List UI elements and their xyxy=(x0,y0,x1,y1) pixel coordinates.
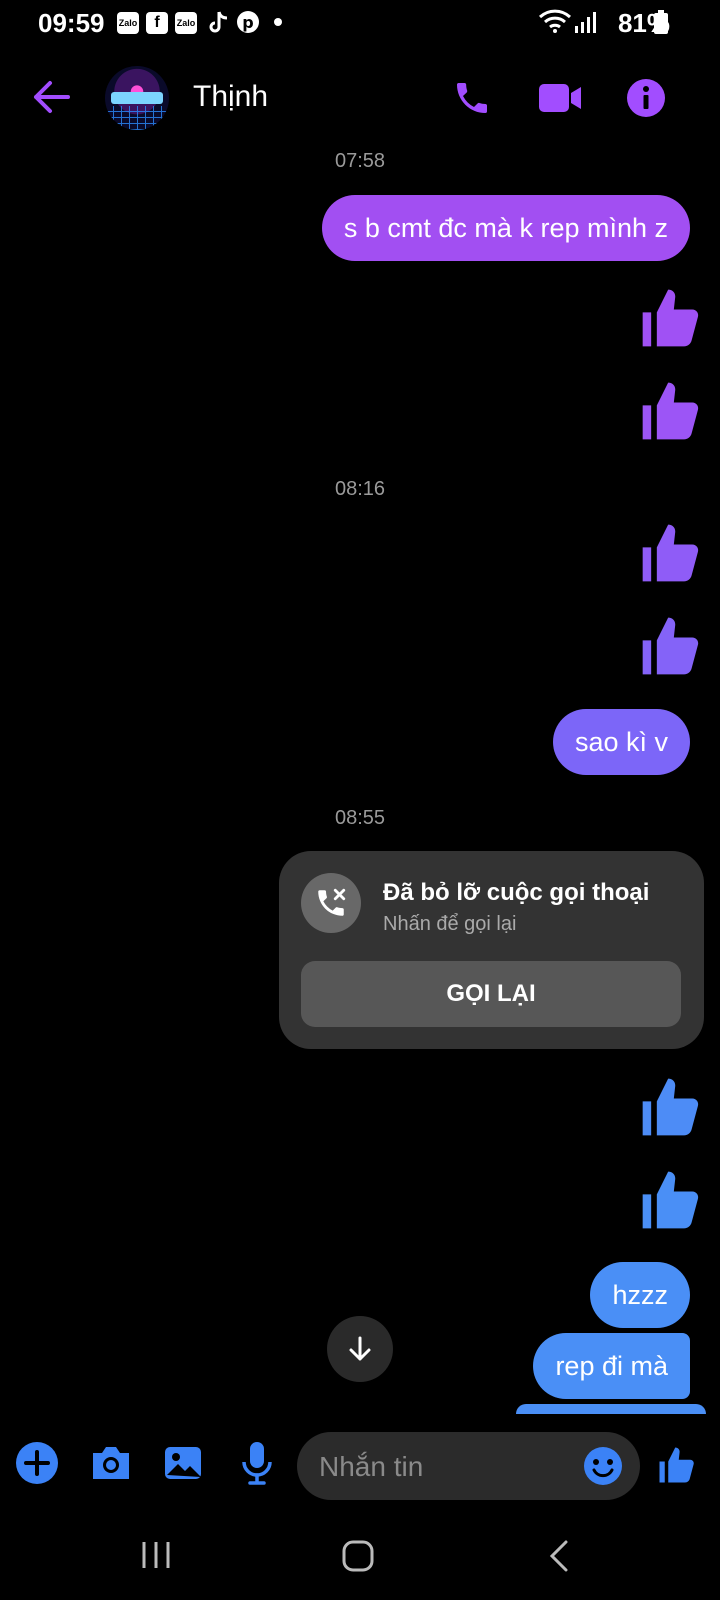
recent-apps-icon[interactable] xyxy=(140,1540,172,1575)
dot-icon xyxy=(274,18,282,26)
phone-call-icon[interactable] xyxy=(452,78,492,123)
pinterest-icon: p xyxy=(236,10,260,39)
thumbs-up-icon[interactable] xyxy=(637,376,705,451)
signal-icon xyxy=(574,10,598,39)
thumbs-up-icon[interactable] xyxy=(637,1165,705,1240)
timestamp: 08:55 xyxy=(334,807,386,829)
message-input[interactable]: Nhắn tin xyxy=(297,1432,640,1500)
call-back-button[interactable]: GỌI LẠI xyxy=(301,961,681,1027)
missed-call-subtitle: Nhấn để gọi lại xyxy=(383,913,517,935)
microphone-icon[interactable] xyxy=(240,1440,274,1491)
back-nav-icon[interactable] xyxy=(548,1540,572,1577)
video-call-icon[interactable] xyxy=(537,78,583,123)
contact-name[interactable]: Thịnh xyxy=(193,80,268,114)
missed-call-title: Đã bỏ lỡ cuộc gọi thoại xyxy=(383,879,650,906)
wifi-icon xyxy=(538,8,572,39)
zalo-icon: Zalo xyxy=(175,12,197,34)
home-icon[interactable] xyxy=(342,1540,374,1577)
message-bubble[interactable]: s b cmt đc mà k rep mình z xyxy=(321,195,690,261)
thumbs-up-icon[interactable] xyxy=(637,518,705,593)
thumbs-up-icon[interactable] xyxy=(637,611,705,686)
message-bubble[interactable]: sao kì v xyxy=(552,709,690,775)
message-bubble-partial xyxy=(516,1404,706,1414)
timestamp: 08:16 xyxy=(334,478,386,500)
battery-icon xyxy=(654,10,668,39)
message-bubble[interactable]: rep đi mà xyxy=(533,1333,690,1399)
camera-icon[interactable] xyxy=(89,1443,133,1488)
tiktok-icon xyxy=(206,10,230,41)
add-icon[interactable] xyxy=(15,1441,59,1490)
message-bubble[interactable]: hzzz xyxy=(590,1262,690,1328)
back-arrow-icon[interactable] xyxy=(30,76,72,123)
missed-call-icon xyxy=(301,873,361,933)
missed-call-card[interactable]: Đã bỏ lỡ cuộc gọi thoại Nhấn để gọi lại … xyxy=(279,851,704,1049)
svg-text:p: p xyxy=(242,13,253,32)
gallery-icon[interactable] xyxy=(163,1443,203,1488)
thumbs-up-send-icon[interactable] xyxy=(656,1444,698,1491)
thumbs-up-icon[interactable] xyxy=(637,283,705,358)
facebook-icon: f xyxy=(146,12,168,34)
scroll-down-button[interactable] xyxy=(327,1316,393,1382)
emoji-icon[interactable] xyxy=(583,1446,623,1491)
info-icon[interactable] xyxy=(626,78,666,123)
thumbs-up-icon[interactable] xyxy=(637,1072,705,1147)
avatar[interactable] xyxy=(105,66,169,130)
message-input-placeholder: Nhắn tin xyxy=(319,1451,424,1482)
timestamp: 07:58 xyxy=(334,150,386,172)
zalo-icon: Zalo xyxy=(117,12,139,34)
status-time: 09:59 xyxy=(38,8,105,38)
